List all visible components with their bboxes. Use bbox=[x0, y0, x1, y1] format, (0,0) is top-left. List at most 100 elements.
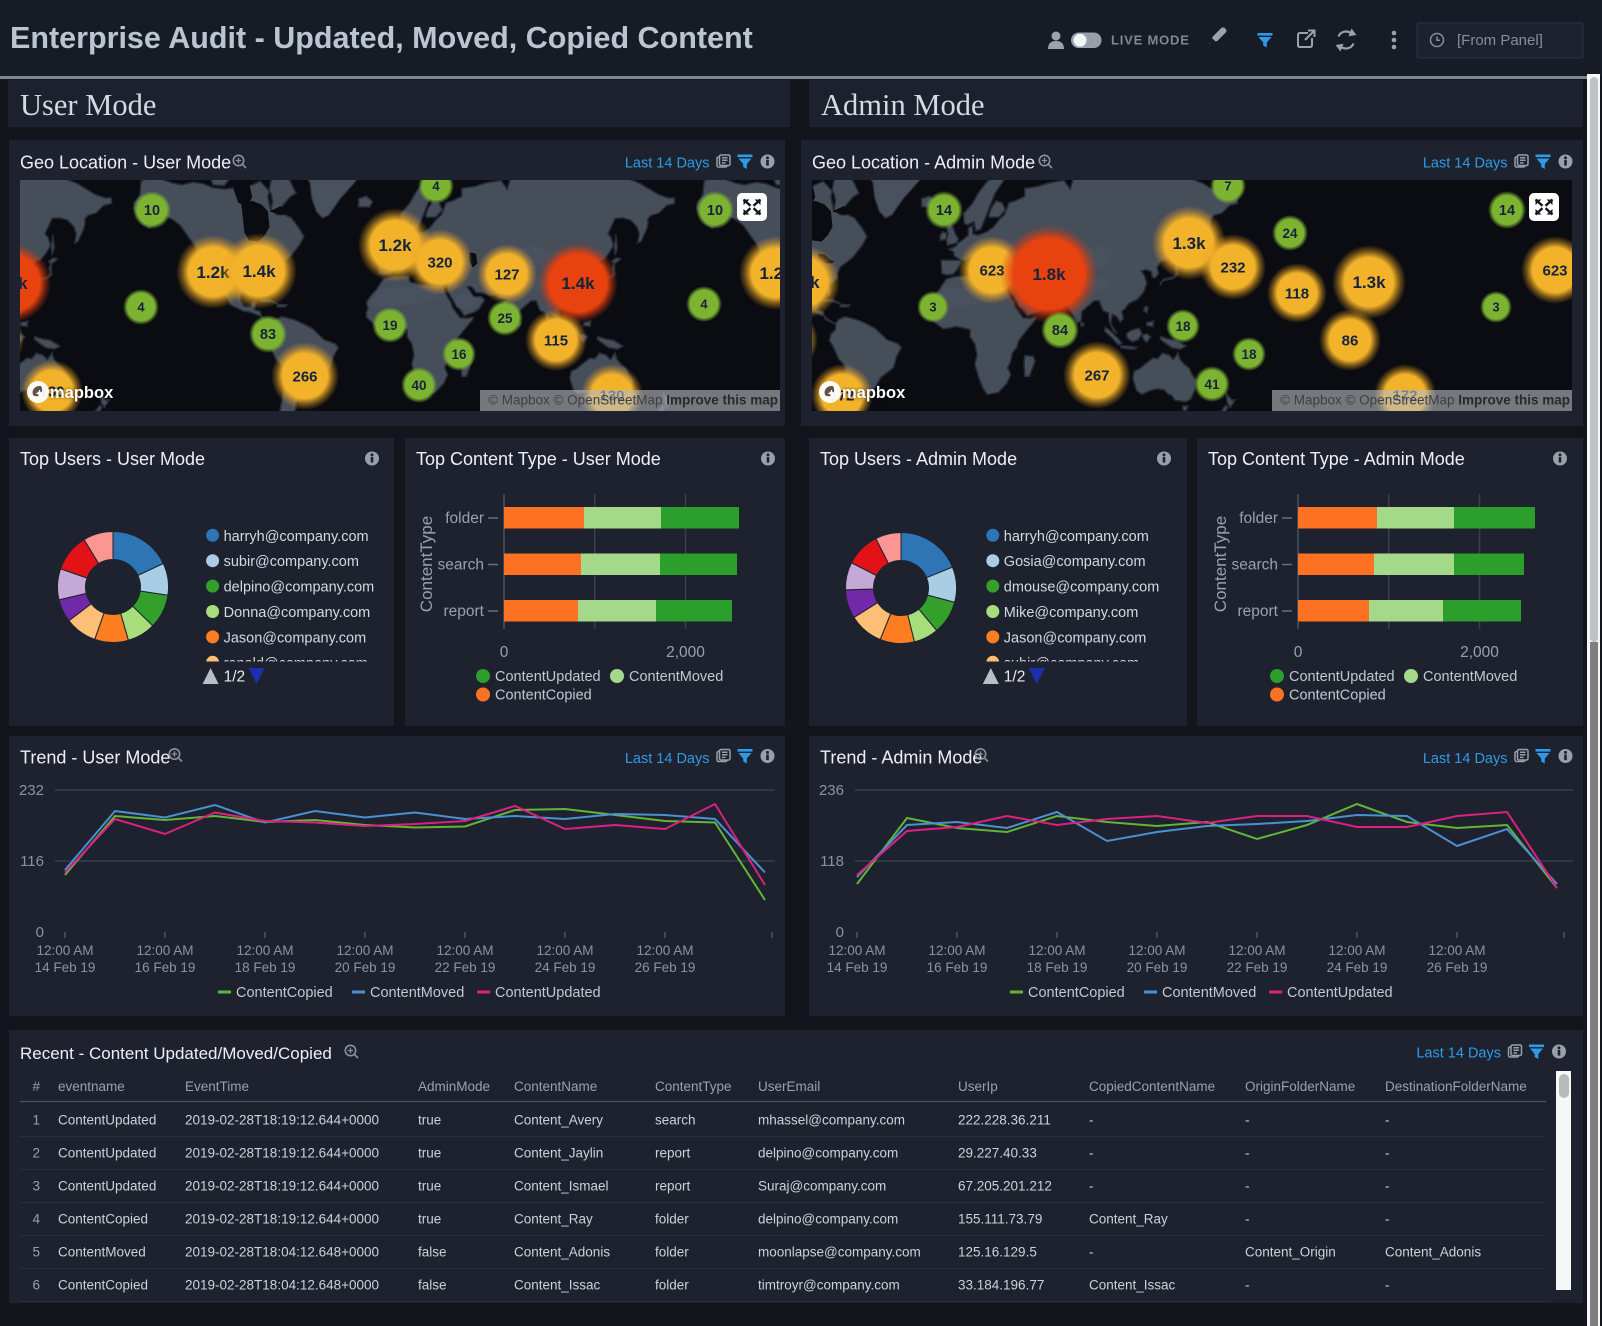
svg-text:search: search bbox=[1231, 557, 1278, 574]
svg-text:222.228.36.211: 222.228.36.211 bbox=[958, 1113, 1051, 1128]
svg-text:1: 1 bbox=[32, 1113, 40, 1128]
svg-text:delpino@company.com: delpino@company.com bbox=[224, 580, 375, 596]
svg-text:16 Feb 19: 16 Feb 19 bbox=[135, 960, 196, 975]
svg-text:ContentCopied: ContentCopied bbox=[236, 985, 333, 1001]
svg-text:delpino@company.com: delpino@company.com bbox=[758, 1212, 898, 1227]
svg-text:2019-02-28T18:19:12.644+0000: 2019-02-28T18:19:12.644+0000 bbox=[185, 1146, 379, 1161]
svg-text:1.3k: 1.3k bbox=[812, 273, 820, 292]
svg-text:86: 86 bbox=[1342, 332, 1359, 349]
svg-text:12:00 AM: 12:00 AM bbox=[1428, 943, 1485, 958]
svg-text:folder: folder bbox=[655, 1278, 689, 1293]
svg-text:ContentType: ContentType bbox=[417, 516, 436, 612]
svg-text:LIVE MODE: LIVE MODE bbox=[1111, 33, 1190, 48]
svg-text:1.4k: 1.4k bbox=[20, 274, 28, 293]
svg-text:-: - bbox=[1245, 1146, 1250, 1161]
svg-text:1.8k: 1.8k bbox=[1032, 265, 1066, 284]
svg-text:33.184.196.77: 33.184.196.77 bbox=[958, 1278, 1044, 1293]
svg-text:harryh@company.com: harryh@company.com bbox=[224, 529, 369, 545]
svg-text:25: 25 bbox=[497, 311, 513, 326]
svg-text:-: - bbox=[1089, 1179, 1094, 1194]
svg-text:118: 118 bbox=[820, 853, 844, 870]
svg-text:-: - bbox=[1245, 1113, 1250, 1128]
svg-text:Last 14 Days: Last 14 Days bbox=[1423, 156, 1508, 172]
svg-text:14: 14 bbox=[1499, 203, 1515, 219]
svg-text:Last 14 Days: Last 14 Days bbox=[625, 751, 710, 767]
svg-text:false: false bbox=[418, 1278, 447, 1293]
svg-text:3: 3 bbox=[32, 1179, 40, 1194]
svg-text:folder: folder bbox=[655, 1245, 689, 1260]
svg-text:search: search bbox=[437, 557, 484, 574]
svg-text:84: 84 bbox=[1052, 323, 1068, 339]
svg-text:Recent - Content Updated/Moved: Recent - Content Updated/Moved/Copied bbox=[20, 1044, 332, 1063]
svg-text:Jason@company.com: Jason@company.com bbox=[224, 630, 367, 646]
svg-text:Trend - Admin Mode: Trend - Admin Mode bbox=[820, 748, 982, 768]
svg-text:harryh@company.com: harryh@company.com bbox=[1004, 529, 1149, 545]
svg-text:[From Panel]: [From Panel] bbox=[1457, 32, 1543, 49]
svg-text:10: 10 bbox=[144, 203, 160, 219]
svg-text:3: 3 bbox=[929, 300, 936, 315]
svg-text:20 Feb 19: 20 Feb 19 bbox=[1127, 960, 1188, 975]
svg-text:4: 4 bbox=[432, 180, 440, 194]
svg-text:20 Feb 19: 20 Feb 19 bbox=[335, 960, 396, 975]
svg-text:Content_Issac: Content_Issac bbox=[514, 1278, 601, 1293]
svg-text:7: 7 bbox=[1224, 180, 1231, 194]
svg-text:1.2k: 1.2k bbox=[378, 236, 412, 255]
svg-text:2019-02-28T18:04:12.648+0000: 2019-02-28T18:04:12.648+0000 bbox=[185, 1245, 379, 1260]
svg-text:6: 6 bbox=[32, 1278, 40, 1293]
svg-text:623: 623 bbox=[1542, 262, 1567, 279]
svg-text:Content_Ismael: Content_Ismael bbox=[514, 1179, 609, 1194]
svg-text:18 Feb 19: 18 Feb 19 bbox=[1027, 960, 1088, 975]
svg-text:false: false bbox=[418, 1245, 447, 1260]
svg-text:Suraj@company.com: Suraj@company.com bbox=[758, 1179, 886, 1194]
svg-text:18 Feb 19: 18 Feb 19 bbox=[235, 960, 296, 975]
svg-text:Top Content Type - User Mode: Top Content Type - User Mode bbox=[416, 449, 661, 469]
svg-text:ContentCopied: ContentCopied bbox=[1289, 688, 1386, 704]
svg-text:1.3k: 1.3k bbox=[1172, 234, 1206, 253]
svg-text:Jason@company.com: Jason@company.com bbox=[1004, 630, 1147, 646]
svg-text:-: - bbox=[1089, 1146, 1094, 1161]
svg-text:Content_Ray: Content_Ray bbox=[1089, 1212, 1168, 1227]
svg-text:Top Users - User Mode: Top Users - User Mode bbox=[20, 449, 205, 469]
svg-text:ContentMoved: ContentMoved bbox=[629, 669, 723, 685]
svg-text:report: report bbox=[1238, 603, 1279, 620]
svg-text:266: 266 bbox=[292, 368, 317, 385]
svg-text:12:00 AM: 12:00 AM bbox=[336, 943, 393, 958]
svg-text:Content_Ray: Content_Ray bbox=[514, 1212, 593, 1227]
svg-text:ContentName: ContentName bbox=[514, 1079, 597, 1094]
svg-text:2,000: 2,000 bbox=[666, 644, 705, 661]
svg-text:true: true bbox=[418, 1146, 441, 1161]
svg-text:19: 19 bbox=[382, 318, 397, 333]
svg-text:folder: folder bbox=[655, 1212, 689, 1227]
svg-text:116: 116 bbox=[20, 853, 44, 870]
svg-text:2019-02-28T18:19:12.644+0000: 2019-02-28T18:19:12.644+0000 bbox=[185, 1212, 379, 1227]
svg-text:40: 40 bbox=[411, 378, 426, 393]
svg-text:155.111.73.79: 155.111.73.79 bbox=[958, 1212, 1042, 1227]
svg-text:14: 14 bbox=[936, 203, 952, 219]
svg-text:ContentUpdated: ContentUpdated bbox=[1289, 669, 1395, 685]
svg-text:1.3k: 1.3k bbox=[1352, 273, 1386, 292]
svg-text:-: - bbox=[1245, 1212, 1250, 1227]
svg-text:EventTime: EventTime bbox=[185, 1079, 249, 1094]
svg-text:timtroyr@company.com: timtroyr@company.com bbox=[758, 1278, 900, 1293]
svg-text:14 Feb 19: 14 Feb 19 bbox=[827, 960, 888, 975]
svg-text:mhassel@company.com: mhassel@company.com bbox=[758, 1113, 905, 1128]
svg-text:Trend - User Mode: Trend - User Mode bbox=[20, 748, 170, 768]
svg-text:AdminMode: AdminMode bbox=[418, 1079, 490, 1094]
svg-text:22 Feb 19: 22 Feb 19 bbox=[1227, 960, 1288, 975]
svg-text:-: - bbox=[1385, 1146, 1390, 1161]
svg-text:-: - bbox=[1385, 1278, 1390, 1293]
svg-text:report: report bbox=[655, 1146, 691, 1161]
svg-text:CopiedContentName: CopiedContentName bbox=[1089, 1079, 1215, 1094]
svg-text:0: 0 bbox=[500, 644, 509, 661]
svg-text:ContentUpdated: ContentUpdated bbox=[58, 1146, 156, 1161]
svg-text:0: 0 bbox=[836, 924, 844, 941]
svg-text:ContentUpdated: ContentUpdated bbox=[58, 1113, 156, 1128]
svg-text:18: 18 bbox=[1175, 319, 1191, 334]
svg-text:report: report bbox=[444, 603, 485, 620]
svg-text:DestinationFolderName: DestinationFolderName bbox=[1385, 1079, 1527, 1094]
svg-text:12:00 AM: 12:00 AM bbox=[1328, 943, 1385, 958]
svg-text:12:00 AM: 12:00 AM bbox=[36, 943, 93, 958]
svg-text:232: 232 bbox=[19, 782, 44, 799]
svg-text:Top Users - Admin Mode: Top Users - Admin Mode bbox=[820, 449, 1017, 469]
svg-text:moonlapse@company.com: moonlapse@company.com bbox=[758, 1245, 921, 1260]
